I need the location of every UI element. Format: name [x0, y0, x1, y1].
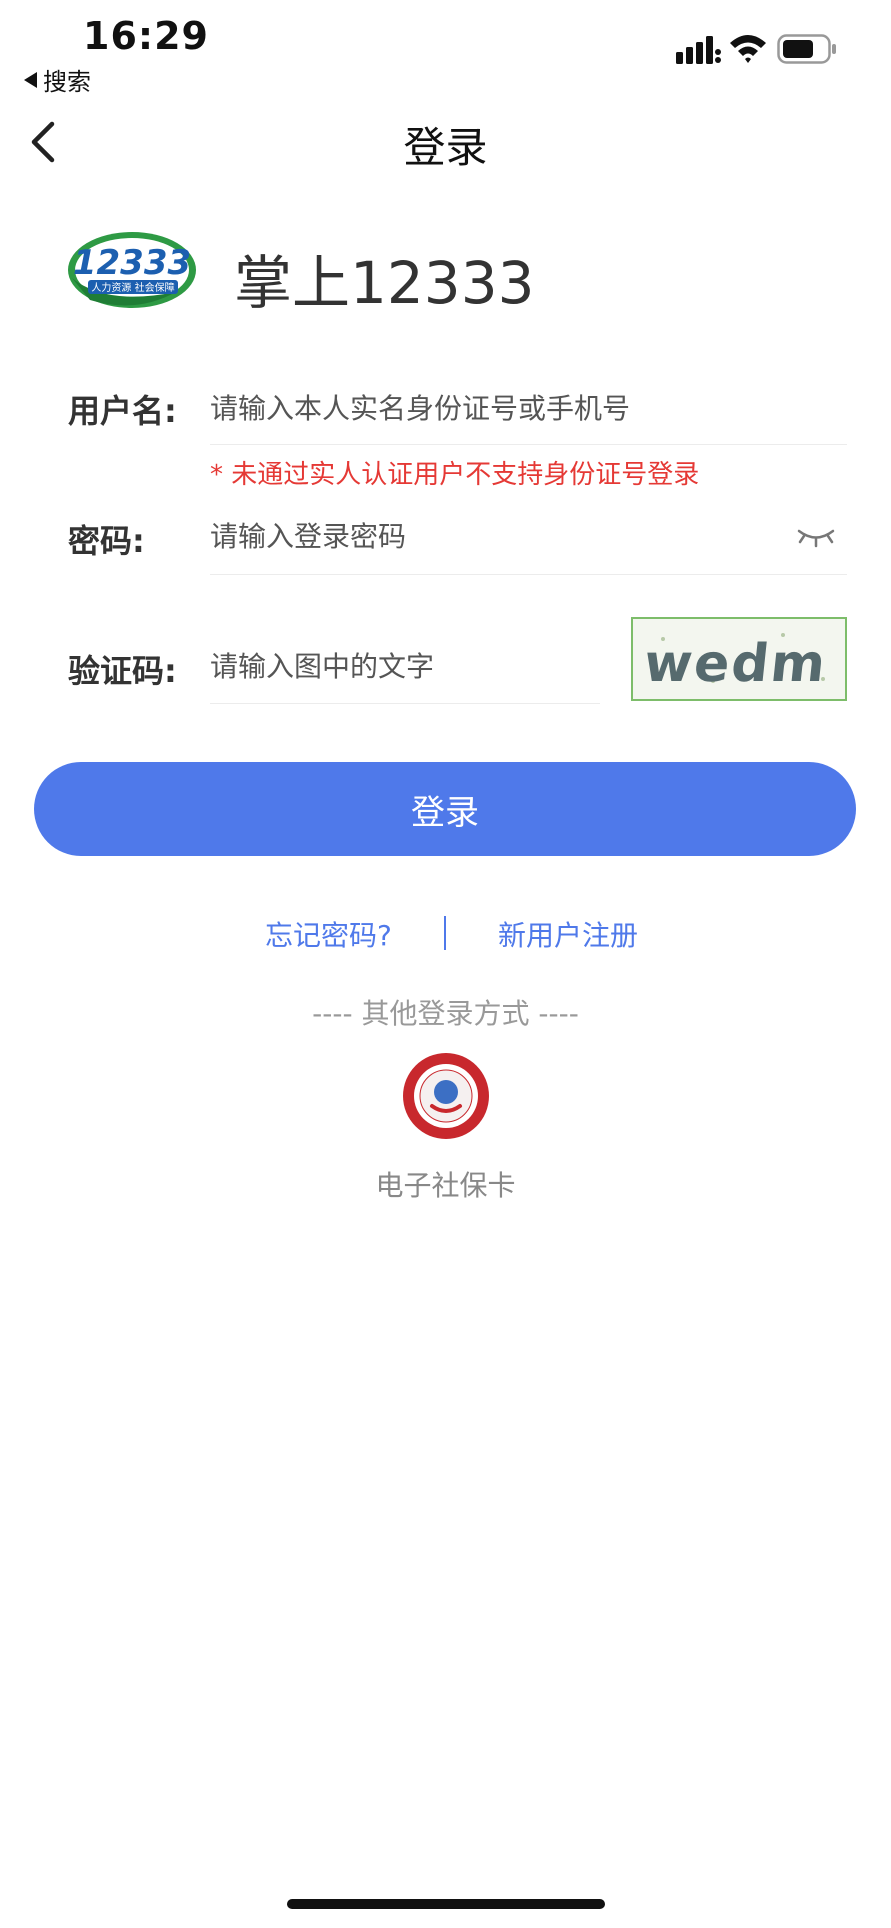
- status-bar: 16:29 搜索: [0, 0, 891, 100]
- captcha-input[interactable]: [210, 636, 600, 696]
- username-input[interactable]: [210, 378, 840, 438]
- username-label: 用户名:: [68, 392, 177, 430]
- nav-bar: 登录: [0, 100, 891, 184]
- home-indicator: [287, 1899, 605, 1909]
- social-security-card-label[interactable]: 电子社保卡: [0, 1164, 891, 1204]
- signal-icon: [676, 36, 721, 64]
- password-label: 密码:: [68, 522, 145, 560]
- login-button[interactable]: 登录: [34, 762, 856, 856]
- username-warning: * 未通过实人认证用户不支持身份证号登录: [210, 460, 700, 490]
- wifi-icon: [730, 35, 766, 63]
- back-app-label: 搜索: [43, 68, 91, 96]
- captcha-image-graphic: wedm: [641, 633, 830, 694]
- back-triangle-icon: [24, 71, 37, 88]
- svg-text:人力资源 社会保障: 人力资源 社会保障: [91, 281, 174, 294]
- password-input[interactable]: [210, 506, 780, 566]
- svg-text:wedm: wedm: [641, 634, 830, 694]
- social-security-card-icon[interactable]: [402, 1052, 490, 1140]
- link-divider: [444, 916, 446, 950]
- app-name: 掌上12333: [234, 249, 535, 317]
- back-to-app-link[interactable]: 搜索: [24, 62, 91, 97]
- username-underline: [210, 444, 847, 445]
- 12333-logo: 12333 人力资源 社会保障: [68, 232, 196, 308]
- captcha-image[interactable]: wedm: [631, 617, 847, 701]
- battery-icon: [777, 34, 836, 64]
- password-underline: [210, 574, 847, 575]
- eye-closed-icon[interactable]: [796, 522, 836, 548]
- page-title: 登录: [403, 123, 488, 172]
- account-links: 忘记密码? 新用户注册: [0, 914, 891, 954]
- forgot-password-link[interactable]: 忘记密码?: [265, 914, 392, 954]
- register-link[interactable]: 新用户注册: [498, 914, 638, 954]
- svg-text:12333: 12333: [73, 243, 191, 283]
- captcha-underline: [210, 703, 600, 704]
- status-time: 16:29: [83, 14, 209, 58]
- captcha-label: 验证码:: [68, 652, 177, 690]
- other-login-heading: ---- 其他登录方式 ----: [312, 997, 579, 1030]
